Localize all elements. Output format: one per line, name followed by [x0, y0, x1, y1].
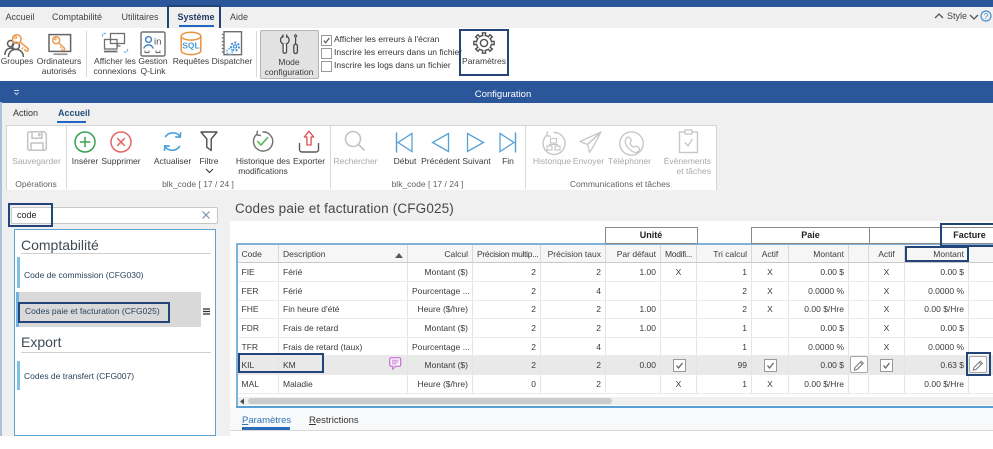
svg-text:in: in	[154, 37, 161, 48]
svg-text:SQL: SQL	[182, 41, 199, 51]
svg-text:?: ?	[984, 12, 989, 21]
